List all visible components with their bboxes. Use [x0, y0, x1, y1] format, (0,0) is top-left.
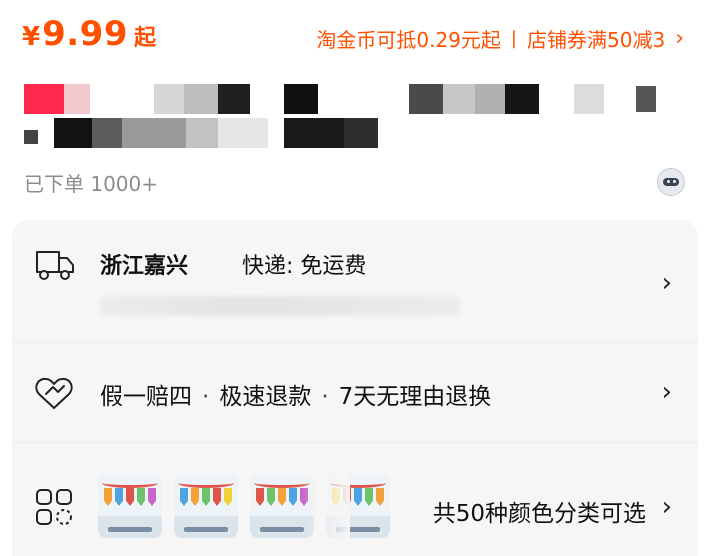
guarantee-item: 7天无理由退换	[338, 384, 492, 410]
guarantee-item: 极速退款	[219, 384, 312, 410]
guarantee-row[interactable]: 假一赔四 · 极速退款 · 7天无理由退换 ›	[12, 342, 698, 442]
heart-shield-icon	[34, 375, 74, 415]
thumbnail-fade	[302, 474, 350, 538]
price-row: ¥ 9.99 起 淘金币可抵0.29元起 | 店铺券满50减3 ›	[0, 0, 708, 72]
price-currency: ¥	[22, 22, 41, 52]
coin-deduction-text: 淘金币可抵0.29元起	[316, 28, 501, 52]
guarantee-list: 假一赔四 · 极速退款 · 7天无理由退换	[100, 377, 491, 411]
guarantee-dot: ·	[321, 384, 329, 410]
chevron-right-icon: ›	[661, 492, 672, 522]
guarantee-dot: ·	[202, 384, 210, 410]
shipping-method: 快递: 免运费	[242, 254, 367, 279]
store-coupon-text: 店铺券满50减3	[527, 28, 666, 52]
price-suffix: 起	[133, 26, 156, 51]
chevron-right-icon: ›	[675, 26, 684, 51]
variant-thumbnail[interactable]	[174, 474, 238, 538]
variant-count-text: 共50种颜色分类可选	[432, 501, 646, 527]
product-title-blurred	[24, 80, 684, 154]
sales-count: 已下单 1000+	[24, 172, 159, 196]
delivery-address-blurred	[100, 296, 460, 316]
price-value: 9.99	[42, 14, 128, 54]
guarantee-item: 假一赔四	[100, 384, 192, 410]
promo-banner[interactable]: 淘金币可抵0.29元起 | 店铺券满50减3 ›	[316, 24, 684, 53]
truck-icon	[34, 246, 76, 286]
ship-from-location: 浙江嘉兴	[100, 254, 189, 279]
variants-grid-icon	[34, 487, 74, 531]
shipping-row[interactable]: 浙江嘉兴 快递: 免运费 ›	[12, 220, 698, 342]
chevron-right-icon: ›	[661, 268, 672, 298]
promo-separator: |	[510, 28, 517, 49]
variant-thumbnail[interactable]	[98, 474, 162, 538]
price: ¥ 9.99 起	[22, 14, 156, 54]
chevron-right-icon: ›	[661, 377, 672, 407]
info-card: 浙江嘉兴 快递: 免运费 › 假一赔四 · 极速退款 · 7天无理由退换 › 共…	[12, 220, 698, 556]
assistant-bot-icon[interactable]	[657, 168, 685, 196]
